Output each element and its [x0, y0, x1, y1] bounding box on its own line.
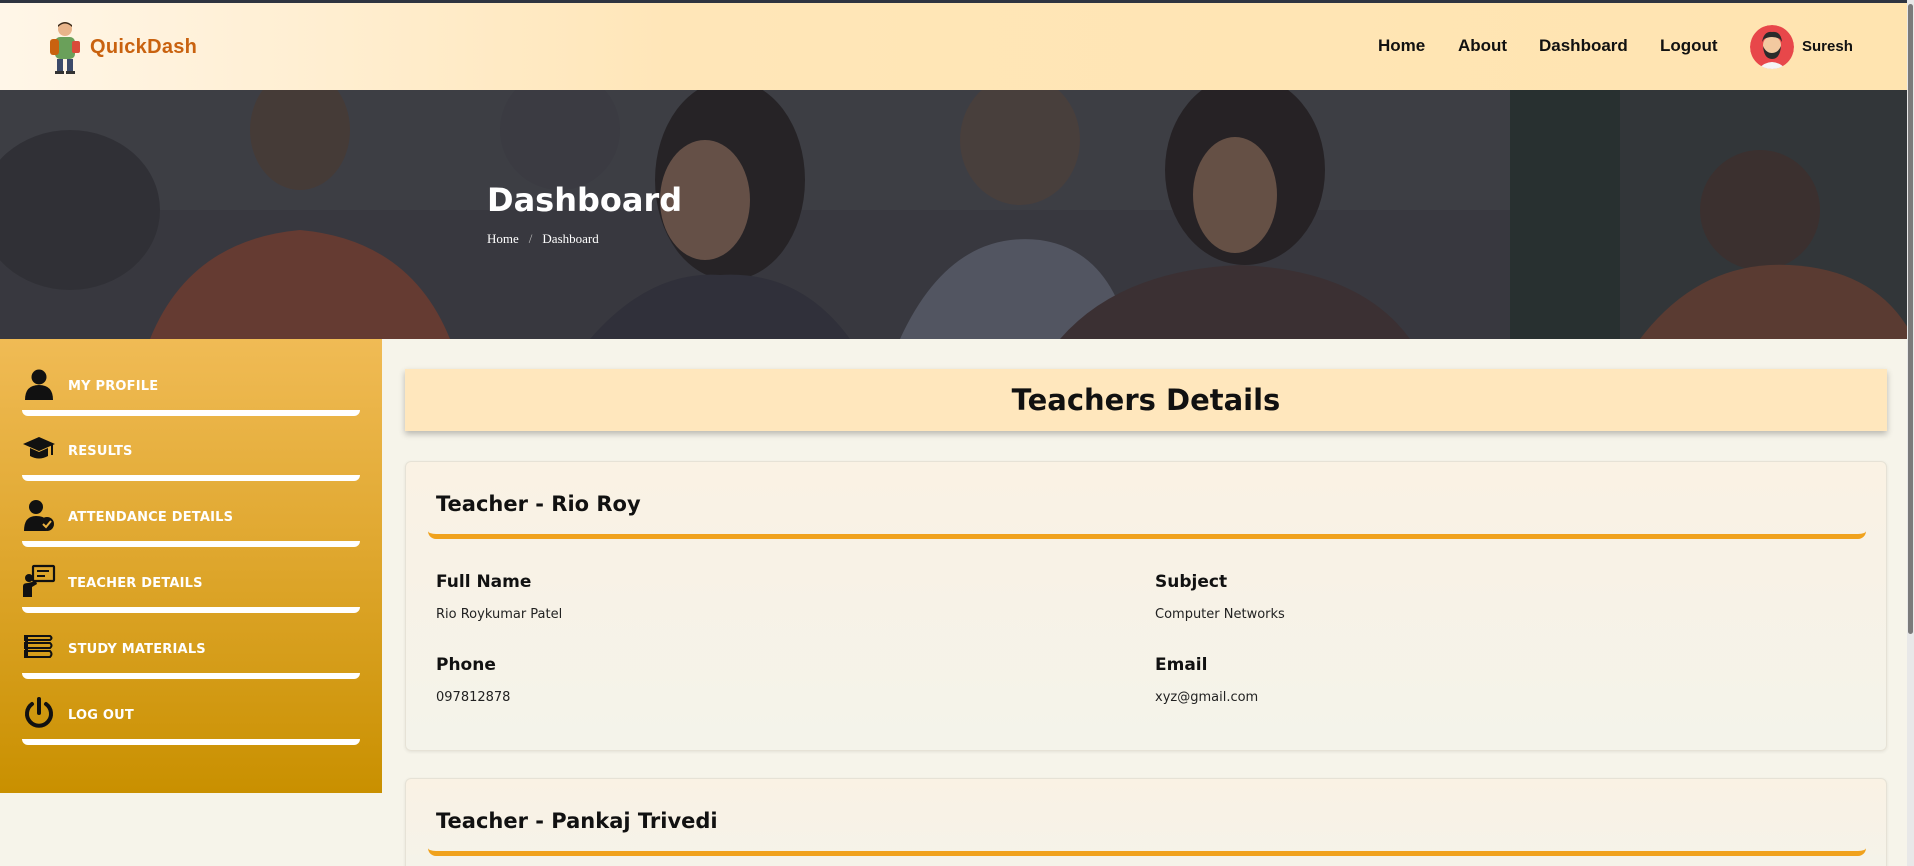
- sidebar-item-results[interactable]: RESULTS: [22, 432, 360, 482]
- sidebar-item-attendance-details[interactable]: ATTENDANCE DETAILS: [22, 498, 360, 548]
- user-name[interactable]: Suresh: [1802, 38, 1853, 55]
- phone-label: Phone: [436, 655, 496, 675]
- nav-home-link[interactable]: Home: [1378, 36, 1425, 56]
- card-title-underline: [428, 848, 1866, 856]
- hero-banner: Dashboard Home / Dashboard: [0, 90, 1914, 339]
- full-name-value: Rio Roykumar Patel: [436, 607, 563, 622]
- email-value: xyz@gmail.com: [1155, 690, 1259, 705]
- breadcrumb: Home / Dashboard: [487, 231, 599, 247]
- sidebar-item-underline: [22, 410, 360, 416]
- student-logo-icon: [50, 22, 80, 74]
- user-icon: [25, 369, 53, 400]
- user-avatar[interactable]: [1750, 25, 1794, 69]
- nav-logout-link[interactable]: Logout: [1660, 36, 1718, 56]
- sidebar-item-underline: [22, 607, 360, 613]
- sidebar-item-label: MY PROFILE: [68, 379, 159, 394]
- avatar-icon: [1750, 25, 1794, 69]
- scrollbar-thumb[interactable]: [1908, 4, 1913, 634]
- page-heading-bar: Teachers Details: [405, 369, 1887, 431]
- sidebar-item-study-materials[interactable]: STUDY MATERIALS: [22, 630, 360, 680]
- sidebar-item-teacher-details[interactable]: TEACHER DETAILS: [22, 564, 360, 614]
- teacher-card: Teacher - Rio Roy Full Name Rio Roykumar…: [405, 461, 1887, 751]
- hero-title: Dashboard: [487, 181, 683, 219]
- sidebar-item-underline: [22, 673, 360, 679]
- sidebar-item-underline: [22, 739, 360, 745]
- sidebar-item-label: RESULTS: [68, 444, 133, 459]
- teacher-card-title: Teacher - Pankaj Trivedi: [436, 809, 718, 833]
- page-title: Teachers Details: [1011, 383, 1281, 417]
- breadcrumb-current: Dashboard: [542, 231, 599, 246]
- full-name-label: Full Name: [436, 572, 532, 592]
- teacher-card: Teacher - Pankaj Trivedi: [405, 778, 1887, 866]
- subject-value: Computer Networks: [1155, 607, 1285, 622]
- email-label: Email: [1155, 655, 1208, 675]
- graduation-cap-icon: [23, 437, 55, 459]
- sidebar-item-label: ATTENDANCE DETAILS: [68, 510, 234, 525]
- card-title-underline: [428, 531, 1866, 539]
- page-scrollbar[interactable]: [1907, 0, 1914, 866]
- teacher-board-icon: [23, 564, 56, 597]
- nav-about-link[interactable]: About: [1458, 36, 1507, 56]
- nav-dashboard-link[interactable]: Dashboard: [1539, 36, 1628, 56]
- sidebar: MY PROFILE RESULTS ATTENDANCE DETAILS TE…: [0, 339, 382, 793]
- sidebar-item-label: LOG OUT: [68, 708, 134, 723]
- brand[interactable]: QuickDash: [44, 19, 197, 75]
- teacher-card-title: Teacher - Rio Roy: [436, 492, 641, 516]
- sidebar-item-label: TEACHER DETAILS: [68, 576, 203, 591]
- subject-label: Subject: [1155, 572, 1228, 592]
- phone-value: 097812878: [436, 690, 511, 705]
- power-icon: [25, 697, 53, 728]
- classroom-photo: [0, 90, 1914, 339]
- sidebar-item-my-profile[interactable]: MY PROFILE: [22, 367, 360, 417]
- top-navbar: QuickDash Home About Dashboard Logout Su…: [0, 3, 1914, 90]
- books-icon: [24, 635, 53, 658]
- user-check-icon: [24, 500, 54, 531]
- sidebar-item-underline: [22, 541, 360, 547]
- sidebar-item-label: STUDY MATERIALS: [68, 642, 206, 657]
- sidebar-item-log-out[interactable]: LOG OUT: [22, 696, 360, 746]
- breadcrumb-separator: /: [528, 231, 533, 246]
- sidebar-item-underline: [22, 475, 360, 481]
- brand-name: QuickDash: [90, 35, 198, 58]
- breadcrumb-home[interactable]: Home: [487, 231, 519, 247]
